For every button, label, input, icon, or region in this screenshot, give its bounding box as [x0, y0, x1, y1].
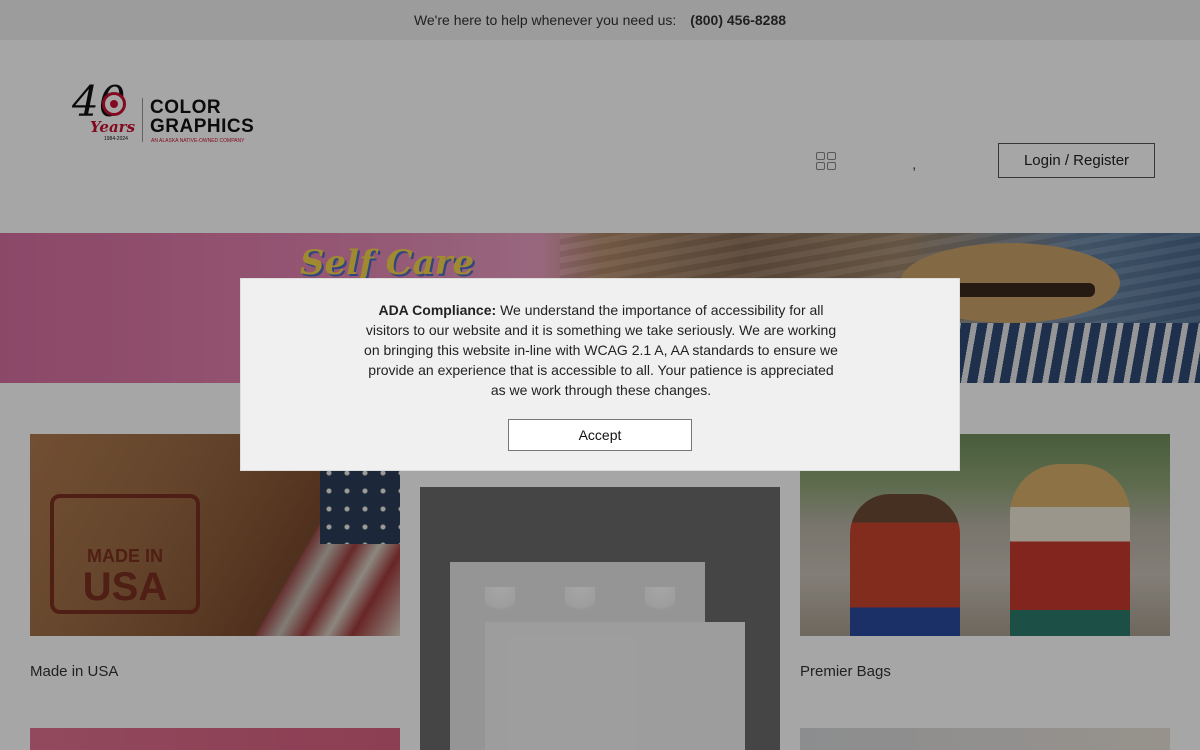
accept-button[interactable]: Accept	[508, 419, 692, 451]
ada-compliance-title: ADA Compliance:	[378, 302, 501, 318]
ada-compliance-dialog: ADA Compliance: We understand the import…	[240, 278, 960, 471]
ada-compliance-message: ADA Compliance: We understand the import…	[361, 300, 841, 400]
